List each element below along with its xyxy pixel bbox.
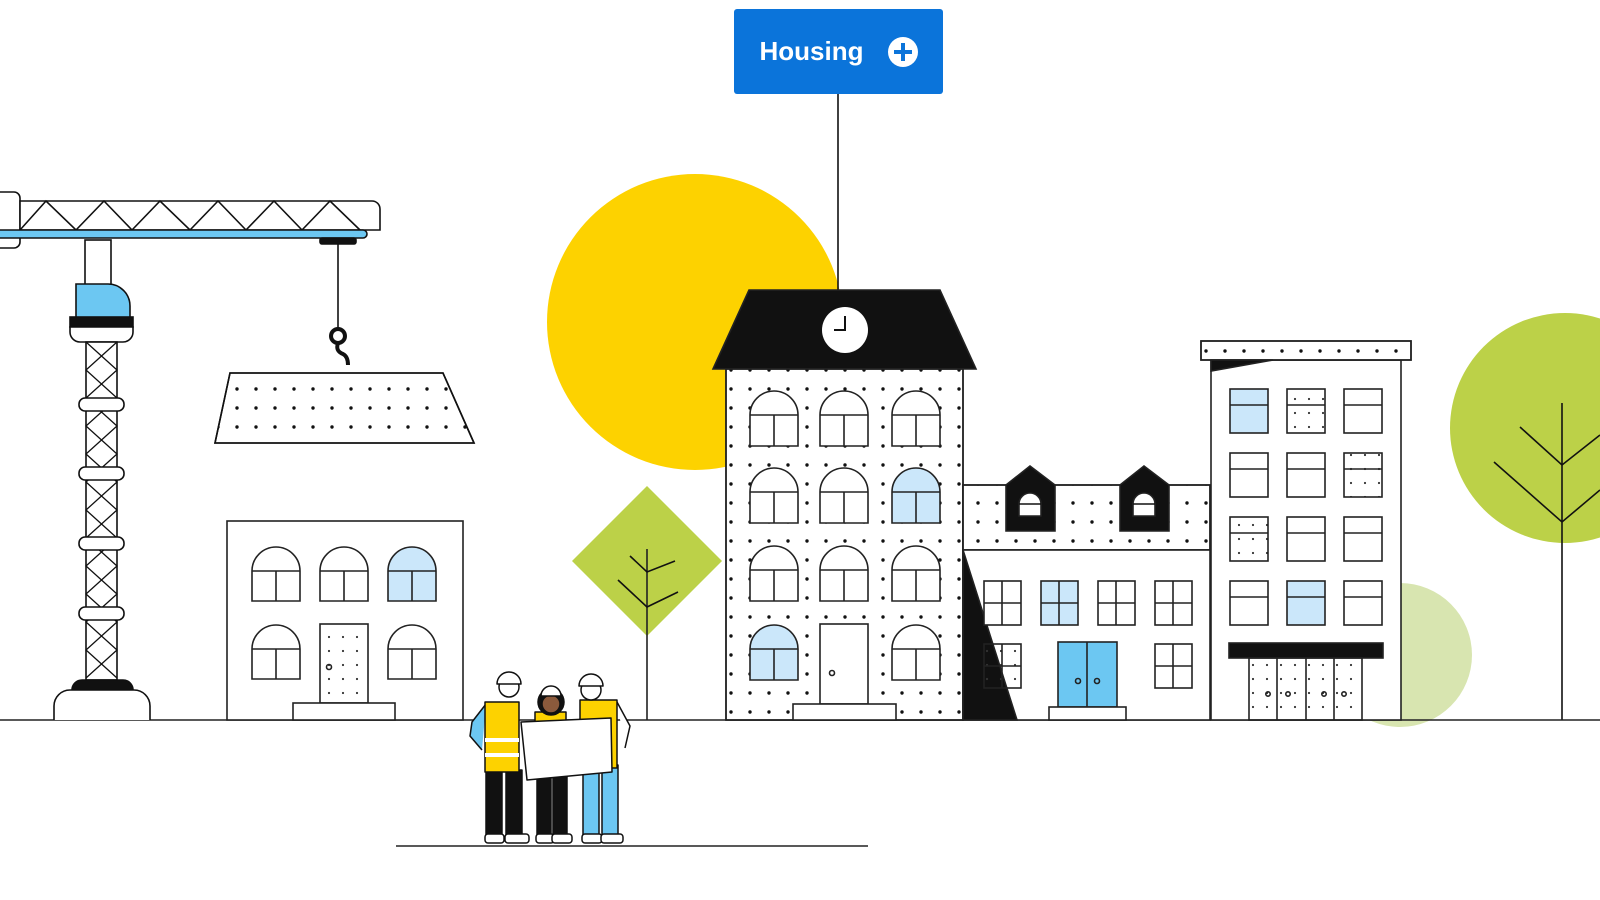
small-house [226,520,464,721]
clock-building-door [819,623,869,705]
housing-category-button[interactable]: Housing [734,9,943,94]
blueprint [520,717,613,781]
dormer-house [962,464,1211,721]
small-house-door [319,623,369,704]
worker-left [469,671,530,844]
plus-circle-icon [887,36,918,67]
city-illustration [0,94,1600,847]
round-tree [1450,313,1600,720]
apartment-block [1200,340,1412,721]
housing-label: Housing [759,36,864,66]
